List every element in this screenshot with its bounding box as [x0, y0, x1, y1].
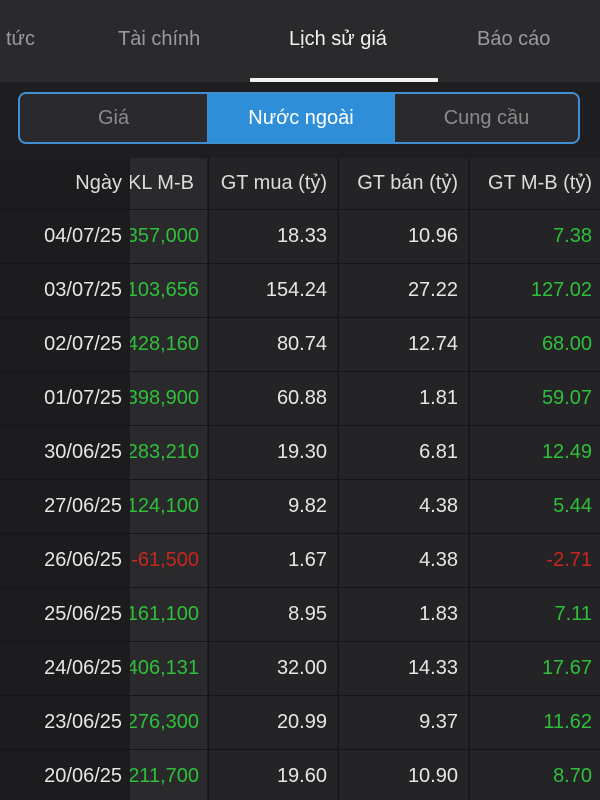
cell-net-value: 5.44: [469, 480, 600, 533]
table-row[interactable]: 30/06/25 283,210 19.30 6.81 12.49: [0, 426, 600, 480]
cell-buy-value: 1.67: [208, 534, 337, 587]
cell-net-value: 7.38: [469, 210, 600, 263]
cell-sell-value: 10.90: [338, 750, 468, 800]
cell-sell-value: 4.38: [338, 534, 468, 587]
cell-net-volume: 161,100: [130, 588, 207, 641]
cell-buy-value: 80.74: [208, 318, 337, 371]
cell-net-value: 68.00: [469, 318, 600, 371]
tab-news[interactable]: tức: [6, 28, 35, 51]
cell-net-value: 59.07: [469, 372, 600, 425]
header-buy-value[interactable]: GT mua (tỷ): [208, 158, 337, 209]
segment-price[interactable]: Giá: [20, 94, 208, 142]
segment-foreign[interactable]: Nước ngoài: [208, 94, 394, 142]
cell-buy-value: 19.30: [208, 426, 337, 479]
cell-buy-value: 19.60: [208, 750, 337, 800]
cell-net-value: 127.02: [469, 264, 600, 317]
cell-date: 24/06/25: [0, 642, 130, 695]
header-date[interactable]: Ngày: [0, 158, 130, 209]
cell-buy-value: 32.00: [208, 642, 337, 695]
tab-price-history[interactable]: Lịch sử giá: [289, 28, 387, 51]
cell-buy-value: 20.99: [208, 696, 337, 749]
cell-buy-value: 154.24: [208, 264, 337, 317]
cell-sell-value: 27.22: [338, 264, 468, 317]
top-tab-bar: tức Tài chính Lịch sử giá Báo cáo: [0, 8, 600, 82]
cell-net-volume: 357,000: [130, 210, 207, 263]
table-row[interactable]: 02/07/25 428,160 80.74 12.74 68.00: [0, 318, 600, 372]
cell-net-volume: 124,100: [130, 480, 207, 533]
cell-date: 20/06/25: [0, 750, 130, 800]
cell-sell-value: 12.74: [338, 318, 468, 371]
cell-buy-value: 9.82: [208, 480, 337, 533]
cell-date: 25/06/25: [0, 588, 130, 641]
cell-buy-value: 8.95: [208, 588, 337, 641]
table-row[interactable]: 25/06/25 161,100 8.95 1.83 7.11: [0, 588, 600, 642]
status-strip: [0, 0, 600, 8]
header-sell-value[interactable]: GT bán (tỷ): [338, 158, 468, 209]
cell-sell-value: 4.38: [338, 480, 468, 533]
table-row[interactable]: 03/07/25 103,656 154.24 27.22 127.02: [0, 264, 600, 318]
cell-date: 27/06/25: [0, 480, 130, 533]
cell-net-volume: 211,700: [130, 750, 207, 800]
table-body: 04/07/25 357,000 18.33 10.96 7.38 03/07/25 103…: [0, 210, 600, 800]
cell-net-value: 11.62: [469, 696, 600, 749]
cell-date: 01/07/25: [0, 372, 130, 425]
cell-date: 03/07/25: [0, 264, 130, 317]
cell-net-volume: 103,656: [130, 264, 207, 317]
cell-net-volume: 283,210: [130, 426, 207, 479]
cell-sell-value: 6.81: [338, 426, 468, 479]
table-row[interactable]: 04/07/25 357,000 18.33 10.96 7.38: [0, 210, 600, 264]
cell-date: 26/06/25: [0, 534, 130, 587]
table-row[interactable]: 23/06/25 276,300 20.99 9.37 11.62: [0, 696, 600, 750]
tab-reports[interactable]: Báo cáo: [477, 28, 550, 51]
cell-sell-value: 9.37: [338, 696, 468, 749]
table-row[interactable]: 01/07/25 398,900 60.88 1.81 59.07: [0, 372, 600, 426]
table-row[interactable]: 27/06/25 124,100 9.82 4.38 5.44: [0, 480, 600, 534]
segment-supply-demand[interactable]: Cung cầu: [394, 94, 578, 142]
cell-net-value: 8.70: [469, 750, 600, 800]
cell-buy-value: 60.88: [208, 372, 337, 425]
cell-sell-value: 1.81: [338, 372, 468, 425]
header-net-volume[interactable]: KL M-B: [130, 158, 207, 209]
foreign-trading-table: Ngày KL M-B GT mua (tỷ) GT bán (tỷ) GT M…: [0, 158, 600, 800]
header-net-value[interactable]: GT M-B (tỷ): [469, 158, 600, 209]
cell-date: 30/06/25: [0, 426, 130, 479]
cell-net-volume: 406,131: [130, 642, 207, 695]
cell-net-volume: 276,300: [130, 696, 207, 749]
cell-net-volume: 398,900: [130, 372, 207, 425]
cell-net-value: 7.11: [469, 588, 600, 641]
cell-sell-value: 1.83: [338, 588, 468, 641]
table-header-row: Ngày KL M-B GT mua (tỷ) GT bán (tỷ) GT M…: [0, 158, 600, 210]
table-row[interactable]: 20/06/25 211,700 19.60 10.90 8.70: [0, 750, 600, 800]
segmented-control: Giá Nước ngoài Cung cầu: [18, 92, 580, 144]
table-row[interactable]: 24/06/25 406,131 32.00 14.33 17.67: [0, 642, 600, 696]
tab-finance[interactable]: Tài chính: [118, 28, 200, 51]
cell-net-value: -2.71: [469, 534, 600, 587]
active-tab-indicator: [250, 78, 438, 82]
cell-date: 23/06/25: [0, 696, 130, 749]
table-row[interactable]: 26/06/25 -61,500 1.67 4.38 -2.71: [0, 534, 600, 588]
cell-sell-value: 10.96: [338, 210, 468, 263]
cell-net-volume: -61,500: [130, 534, 207, 587]
cell-net-value: 17.67: [469, 642, 600, 695]
cell-date: 02/07/25: [0, 318, 130, 371]
cell-buy-value: 18.33: [208, 210, 337, 263]
cell-net-volume: 428,160: [130, 318, 207, 371]
cell-net-value: 12.49: [469, 426, 600, 479]
cell-sell-value: 14.33: [338, 642, 468, 695]
cell-date: 04/07/25: [0, 210, 130, 263]
segment-area: Giá Nước ngoài Cung cầu: [0, 82, 600, 158]
